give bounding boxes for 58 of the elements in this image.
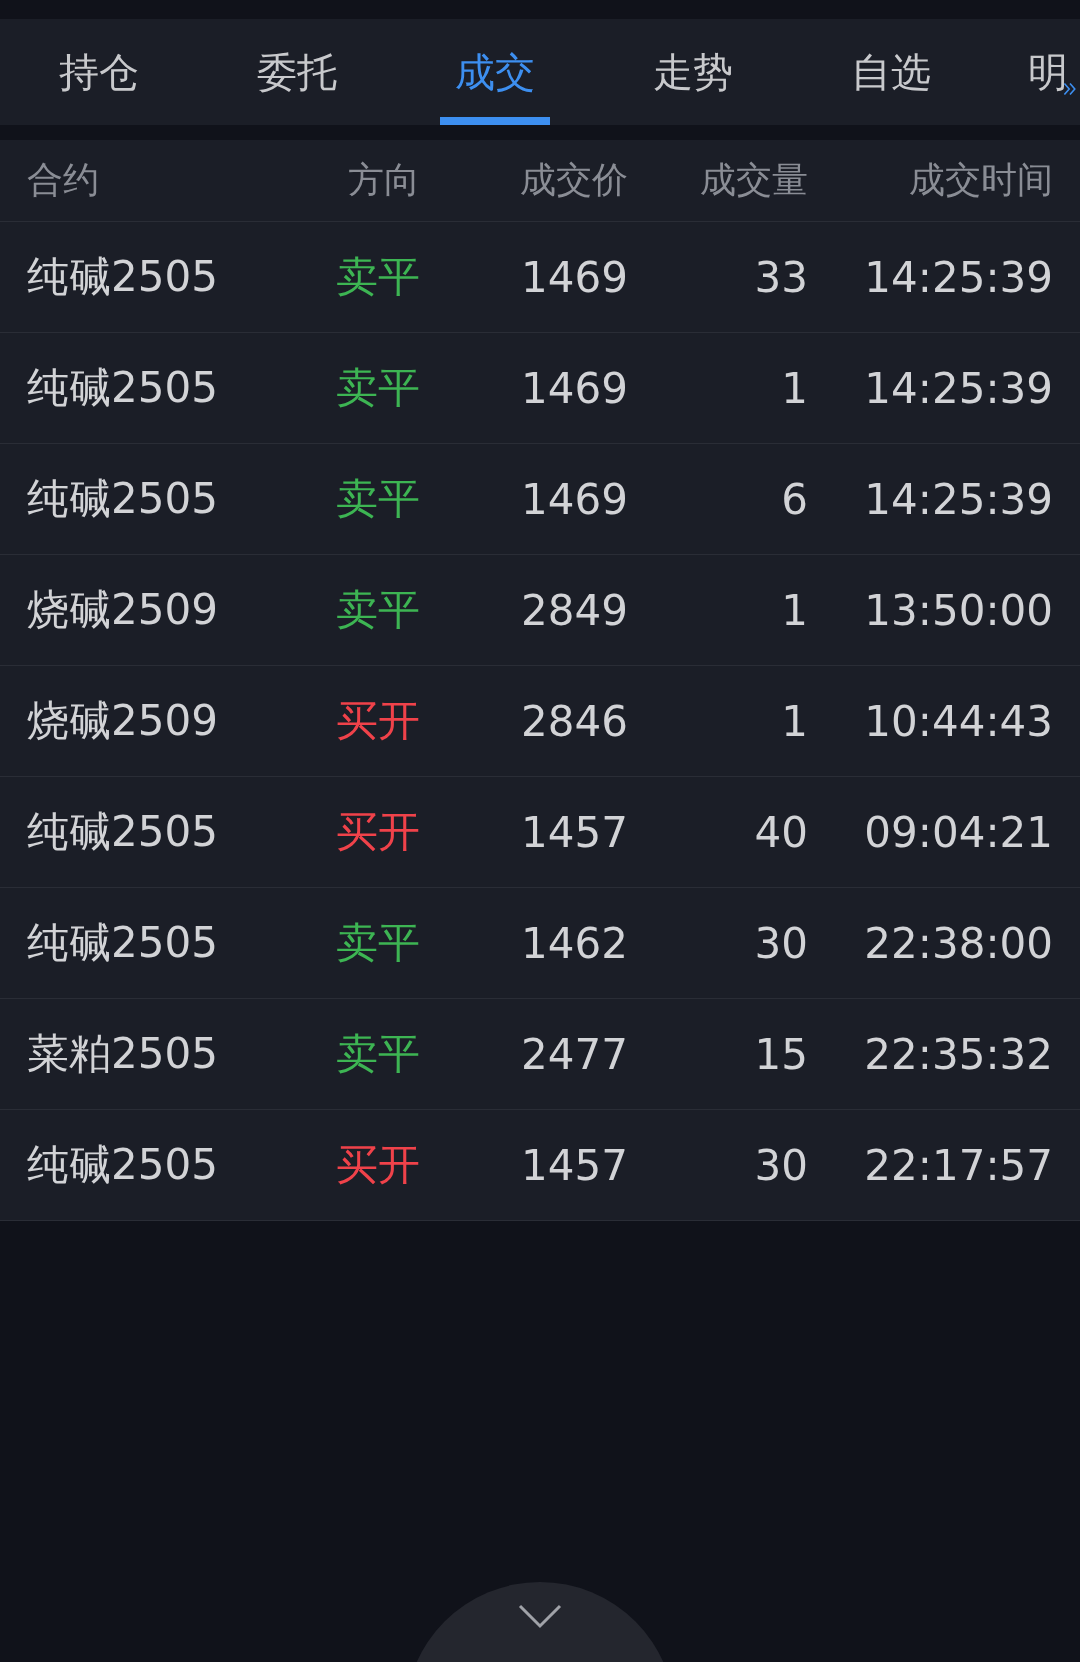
time-cell-text: 09:04:21 — [863, 807, 1053, 857]
contract-cell-text: 纯碱2505 — [27, 251, 219, 303]
tab[interactable]: 委托 — [198, 19, 396, 125]
price-cell-text: 2846 — [520, 696, 628, 746]
direction-cell-text: 卖平 — [335, 362, 420, 414]
contract-cell-text: 菜粕2505 — [27, 1028, 219, 1080]
price-cell-text: 1469 — [520, 252, 628, 302]
volume-cell-text: 1 — [780, 363, 808, 413]
volume-cell-text: 40 — [753, 807, 808, 857]
time-cell-text: 13:50:00 — [863, 585, 1053, 635]
double-chevron-icon[interactable] — [1062, 81, 1078, 97]
column-header: 方向 — [347, 158, 420, 202]
price-cell-text: 1469 — [520, 474, 628, 524]
volume-cell-text: 6 — [780, 474, 808, 524]
contract-cell-text: 烧碱2509 — [27, 695, 219, 747]
time-cell-text: 10:44:43 — [863, 696, 1053, 746]
direction-cell-text: 卖平 — [335, 584, 420, 636]
contract-cell-text: 纯碱2505 — [27, 1139, 219, 1191]
volume-cell-text: 1 — [780, 696, 808, 746]
time-cell-text: 22:35:32 — [863, 1029, 1053, 1079]
column-header: 合约 — [27, 158, 100, 202]
column-header: 成交价 — [519, 158, 628, 202]
contract-cell-text: 纯碱2505 — [27, 806, 219, 858]
column-header: 成交量 — [699, 158, 808, 202]
tab[interactable]: 持仓 — [0, 19, 198, 125]
price-cell-text: 2477 — [520, 1029, 628, 1079]
direction-cell-text: 买开 — [335, 695, 420, 747]
price-cell-text: 2849 — [520, 585, 628, 635]
direction-cell-text: 买开 — [335, 1139, 420, 1191]
tab[interactable]: 明 — [990, 19, 1068, 125]
time-cell-text: 14:25:39 — [863, 363, 1053, 413]
column-header: 成交时间 — [908, 158, 1053, 202]
volume-cell-text: 30 — [753, 918, 808, 968]
direction-cell-text: 卖平 — [335, 1028, 420, 1080]
volume-cell-text: 1 — [780, 585, 808, 635]
tab[interactable]: 成交 — [396, 19, 594, 125]
price-cell-text: 1462 — [520, 918, 628, 968]
tab[interactable]: 走势 — [594, 19, 792, 125]
direction-cell-text: 卖平 — [335, 917, 420, 969]
contract-cell-text: 纯碱2505 — [27, 473, 219, 525]
time-cell-text: 22:38:00 — [863, 918, 1053, 968]
chevron-down-icon — [518, 1604, 562, 1630]
time-cell-text: 22:17:57 — [863, 1140, 1053, 1190]
contract-cell-text: 纯碱2505 — [27, 362, 219, 414]
time-cell-text: 14:25:39 — [863, 474, 1053, 524]
tab[interactable]: 自选 — [792, 19, 990, 125]
price-cell-text: 1457 — [520, 807, 628, 857]
price-cell-text: 1457 — [520, 1140, 628, 1190]
volume-cell-text: 33 — [753, 252, 808, 302]
volume-cell-text: 30 — [753, 1140, 808, 1190]
volume-cell-text: 15 — [753, 1029, 808, 1079]
contract-cell-text: 烧碱2509 — [27, 584, 219, 636]
time-cell-text: 14:25:39 — [863, 252, 1053, 302]
price-cell-text: 1469 — [520, 363, 628, 413]
direction-cell-text: 卖平 — [335, 473, 420, 525]
direction-cell-text: 卖平 — [335, 251, 420, 303]
direction-cell-text: 买开 — [335, 806, 420, 858]
contract-cell-text: 纯碱2505 — [27, 917, 219, 969]
